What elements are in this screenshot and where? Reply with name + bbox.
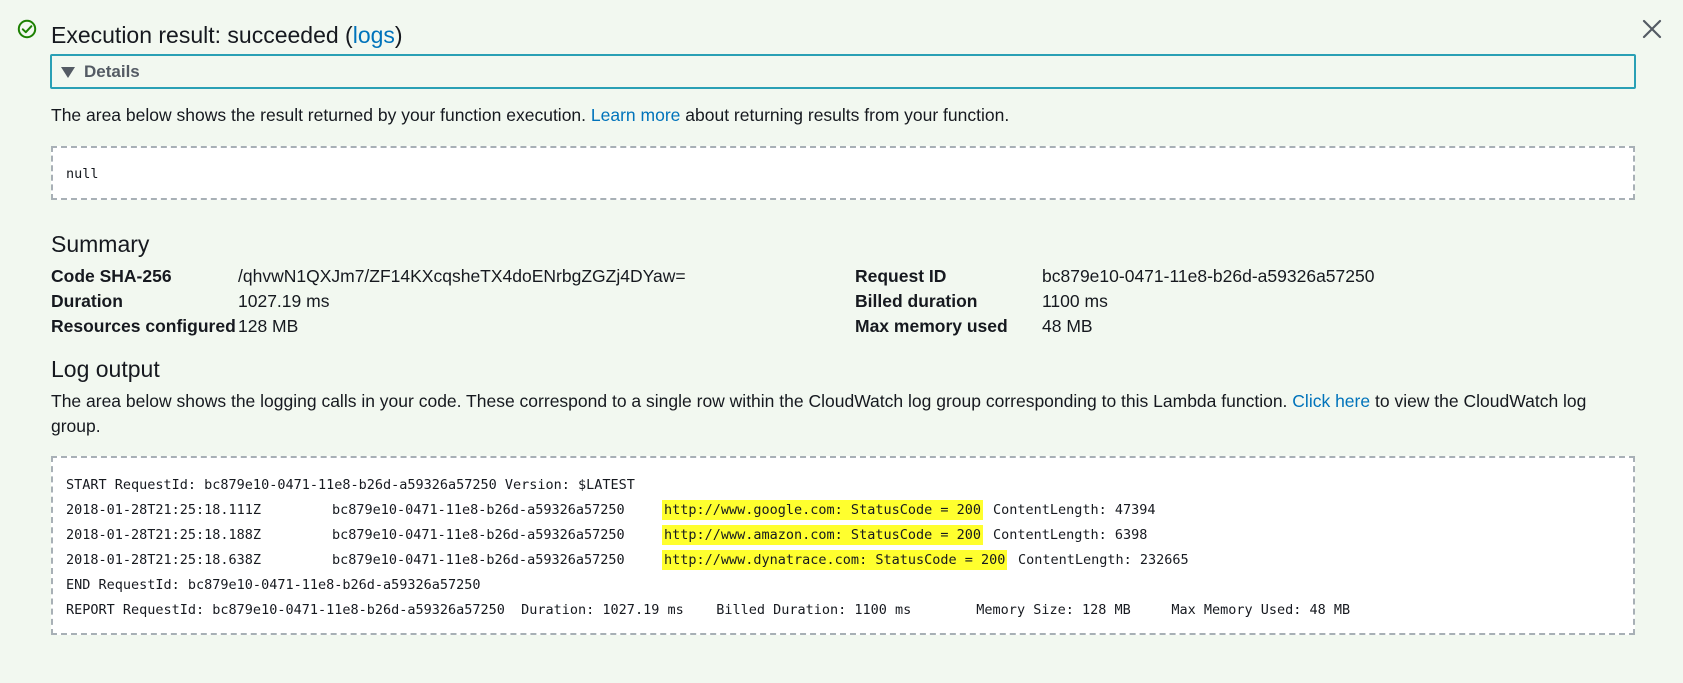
summary-value: 48 MB: [1042, 316, 1093, 336]
log-message-highlighted: http://www.google.com: StatusCode = 200: [662, 500, 983, 520]
log-timestamp: 2018-01-28T21:25:18.638Z: [66, 552, 262, 568]
summary-value: /qhvwN1QXJm7/ZF14KXcqsheTX4doENrbgZGZj4D…: [238, 266, 686, 286]
log-content-length: ContentLength: 47394: [993, 502, 1156, 518]
log-message-highlighted: http://www.amazon.com: StatusCode = 200: [662, 525, 983, 545]
caret-down-icon: [61, 67, 75, 78]
summary-label: Max memory used: [855, 316, 1008, 336]
summary-title: Summary: [51, 231, 150, 257]
result-description: The area below shows the result returned…: [51, 103, 1009, 128]
summary-value: 128 MB: [238, 316, 299, 336]
summary-value: 1027.19 ms: [238, 291, 330, 311]
click-here-link[interactable]: Click here: [1292, 391, 1370, 411]
log-description: The area below shows the logging calls i…: [51, 389, 1635, 439]
details-label: Details: [84, 62, 140, 81]
log-start-line: START RequestId: bc879e10-0471-11e8-b26d…: [66, 477, 635, 493]
details-toggle[interactable]: Details: [50, 54, 1636, 89]
logs-link[interactable]: logs: [353, 22, 395, 48]
log-text-before: The area below shows the logging calls i…: [51, 391, 1288, 411]
title-suffix: ): [394, 22, 403, 48]
log-request-id: bc879e10-0471-11e8-b26d-a59326a57250: [332, 527, 625, 543]
result-text-after: about returning results from your functi…: [685, 105, 1010, 125]
log-end-line: END RequestId: bc879e10-0471-11e8-b26d-a…: [66, 577, 481, 593]
log-content-length: ContentLength: 6398: [993, 527, 1148, 543]
check-circle-icon: [17, 19, 37, 39]
log-output-title: Log output: [51, 356, 160, 382]
summary-label: Request ID: [855, 266, 947, 286]
log-message-highlighted: http://www.dynatrace.com: StatusCode = 2…: [662, 550, 1008, 570]
log-timestamp: 2018-01-28T21:25:18.188Z: [66, 527, 262, 543]
summary-value: 1100 ms: [1042, 291, 1108, 311]
summary-label: Resources configured: [51, 316, 236, 336]
log-timestamp: 2018-01-28T21:25:18.111Z: [66, 502, 262, 518]
log-content-length: ContentLength: 232665: [1018, 552, 1189, 568]
log-output-box: START RequestId: bc879e10-0471-11e8-b26d…: [51, 456, 1635, 635]
summary-label: Duration: [51, 291, 123, 311]
result-text-before: The area below shows the result returned…: [51, 105, 587, 125]
summary-value: bc879e10-0471-11e8-b26d-a59326a57250: [1042, 266, 1375, 286]
result-output-box: null: [51, 146, 1635, 200]
execution-result-title: Execution result: succeeded (logs): [51, 20, 403, 50]
learn-more-link[interactable]: Learn more: [591, 105, 681, 125]
result-value: null: [66, 166, 99, 182]
title-prefix: Execution result: succeeded (: [51, 22, 353, 48]
log-request-id: bc879e10-0471-11e8-b26d-a59326a57250: [332, 552, 625, 568]
execution-result-panel: Execution result: succeeded (logs) Detai…: [0, 0, 1683, 683]
summary-label: Billed duration: [855, 291, 978, 311]
log-request-id: bc879e10-0471-11e8-b26d-a59326a57250: [332, 502, 625, 518]
log-report-line: REPORT RequestId: bc879e10-0471-11e8-b26…: [66, 602, 1351, 618]
summary-label: Code SHA-256: [51, 266, 172, 286]
close-icon[interactable]: [1641, 18, 1663, 40]
